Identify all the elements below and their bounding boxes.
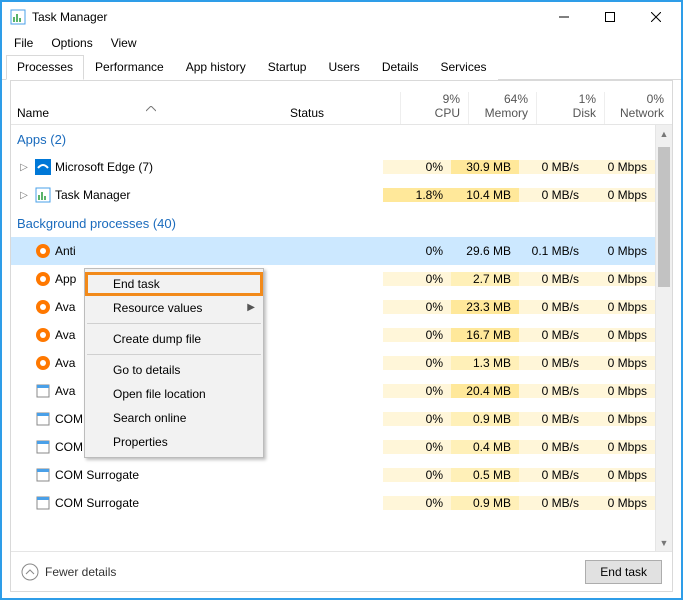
window-title: Task Manager (32, 10, 541, 24)
col-header-name[interactable]: Name (11, 106, 290, 124)
menu-view[interactable]: View (103, 34, 145, 52)
generic-app-icon (35, 439, 51, 455)
minimize-button[interactable] (541, 2, 587, 32)
process-row[interactable]: ▷Task Manager 1.8% 10.4 MB 0 MB/s 0 Mbps (11, 181, 655, 209)
tab-strip: Processes Performance App history Startu… (2, 54, 681, 80)
column-headers: Name Status 9%CPU 64%Memory 1%Disk 0%Net… (11, 81, 672, 125)
menu-options[interactable]: Options (43, 34, 100, 52)
col-header-memory[interactable]: 64%Memory (468, 92, 536, 124)
avast-icon (35, 271, 51, 287)
ctx-go-details[interactable]: Go to details (85, 358, 263, 382)
task-manager-window: Task Manager File Options View Processes… (0, 0, 683, 600)
tab-app-history[interactable]: App history (175, 55, 257, 80)
col-header-cpu[interactable]: 9%CPU (400, 92, 468, 124)
col-header-status[interactable]: Status (290, 106, 400, 124)
tab-services[interactable]: Services (430, 55, 498, 80)
group-header-apps[interactable]: Apps (2) (11, 125, 655, 153)
generic-app-icon (35, 467, 51, 483)
expand-icon[interactable]: ▷ (17, 162, 31, 173)
tab-users[interactable]: Users (317, 55, 370, 80)
ctx-separator (87, 354, 261, 355)
maximize-button[interactable] (587, 2, 633, 32)
expand-icon[interactable]: ▷ (17, 190, 31, 201)
generic-app-icon (35, 495, 51, 511)
chevron-up-circle-icon (21, 563, 39, 581)
task-manager-icon (35, 187, 51, 203)
tab-processes[interactable]: Processes (6, 55, 84, 80)
context-menu: End task Resource values▶ Create dump fi… (84, 268, 264, 458)
process-row[interactable]: ▷Microsoft Edge (7) 0% 30.9 MB 0 MB/s 0 … (11, 153, 655, 181)
generic-app-icon (35, 383, 51, 399)
avast-icon (35, 355, 51, 371)
scroll-down-icon[interactable]: ▼ (656, 534, 672, 551)
ctx-properties[interactable]: Properties (85, 430, 263, 454)
ctx-end-task[interactable]: End task (85, 272, 263, 296)
close-button[interactable] (633, 2, 679, 32)
generic-app-icon (35, 411, 51, 427)
ctx-separator (87, 323, 261, 324)
menubar: File Options View (2, 32, 681, 54)
avast-icon (35, 243, 51, 259)
group-header-background[interactable]: Background processes (40) (11, 209, 655, 237)
process-row[interactable]: COM Surrogate 0% 0.5 MB 0 MB/s 0 Mbps (11, 461, 655, 489)
process-row-selected[interactable]: Anti 0% 29.6 MB 0.1 MB/s 0 Mbps (11, 237, 655, 265)
ctx-resource-values[interactable]: Resource values▶ (85, 296, 263, 320)
col-header-disk[interactable]: 1%Disk (536, 92, 604, 124)
ctx-open-location[interactable]: Open file location (85, 382, 263, 406)
sort-indicator-icon (146, 106, 156, 112)
process-row[interactable]: COM Surrogate 0% 0.9 MB 0 MB/s 0 Mbps (11, 489, 655, 517)
vertical-scrollbar[interactable]: ▲ ▼ (655, 125, 672, 551)
tab-details[interactable]: Details (371, 55, 430, 80)
footer: Fewer details End task (11, 551, 672, 591)
fewer-details-toggle[interactable]: Fewer details (21, 563, 116, 581)
avast-icon (35, 327, 51, 343)
edge-icon (35, 159, 51, 175)
col-header-network[interactable]: 0%Network (604, 92, 672, 124)
titlebar[interactable]: Task Manager (2, 2, 681, 32)
menu-file[interactable]: File (6, 34, 41, 52)
tab-startup[interactable]: Startup (257, 55, 318, 80)
submenu-arrow-icon: ▶ (247, 302, 255, 313)
app-icon (10, 9, 26, 25)
avast-icon (35, 299, 51, 315)
ctx-search-online[interactable]: Search online (85, 406, 263, 430)
ctx-create-dump[interactable]: Create dump file (85, 327, 263, 351)
end-task-button[interactable]: End task (585, 560, 662, 584)
scroll-up-icon[interactable]: ▲ (656, 125, 672, 142)
scrollbar-thumb[interactable] (658, 147, 670, 287)
tab-performance[interactable]: Performance (84, 55, 175, 80)
